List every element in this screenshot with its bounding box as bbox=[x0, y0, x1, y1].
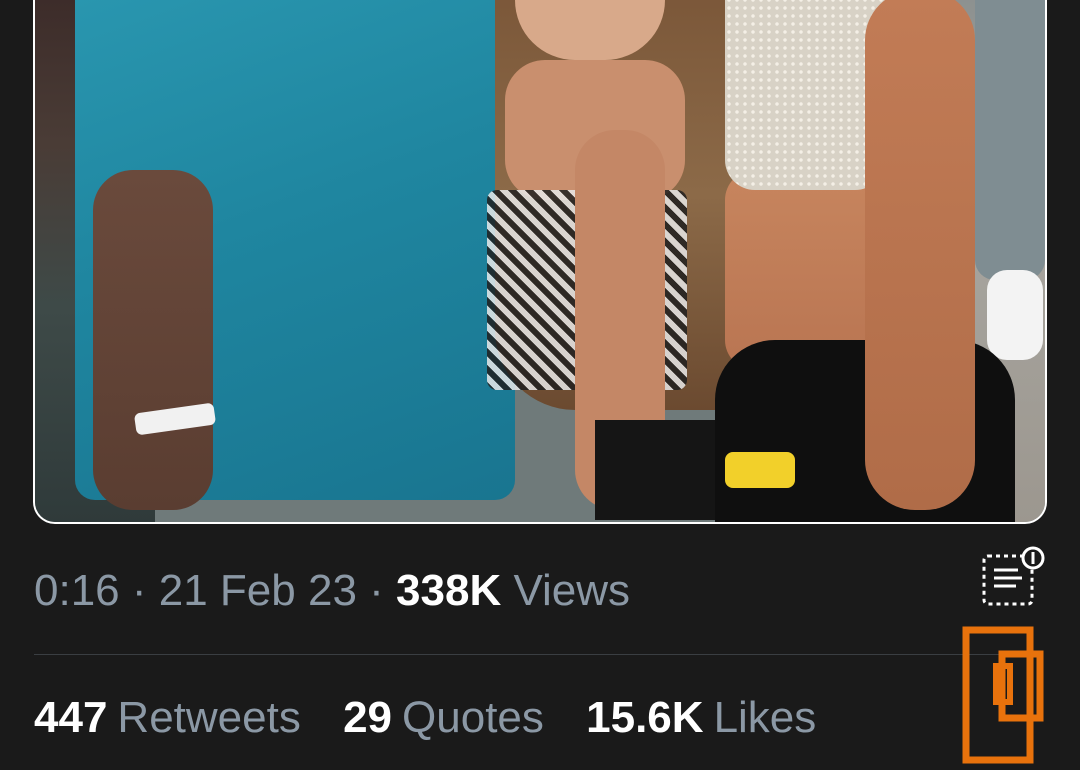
engagement-stats: 447 Retweets 29 Quotes 15.6K Likes bbox=[34, 693, 846, 743]
photo-yellow-bag bbox=[725, 452, 795, 488]
divider bbox=[34, 654, 1034, 655]
photo-bystander-leg bbox=[975, 0, 1045, 280]
photo-white-crochet-top bbox=[725, 0, 885, 190]
tweet-media-photo[interactable] bbox=[33, 0, 1047, 524]
meta-separator: · bbox=[131, 566, 147, 615]
photo-arm-right bbox=[865, 0, 975, 510]
retweets-label: Retweets bbox=[117, 693, 301, 742]
stat-likes[interactable]: 15.6K Likes bbox=[586, 693, 816, 742]
quotes-count: 29 bbox=[343, 693, 393, 742]
quotes-label: Quotes bbox=[402, 693, 544, 742]
meta-separator: · bbox=[369, 566, 384, 615]
photo-sneaker bbox=[987, 270, 1043, 360]
photo-pants-middle bbox=[595, 420, 715, 520]
retweets-count: 447 bbox=[34, 693, 108, 742]
tweet-time: 0:16 bbox=[34, 566, 120, 615]
views-count: 338K bbox=[396, 566, 502, 615]
tweet-date[interactable]: 21 Feb 23 bbox=[159, 566, 357, 615]
notes-list-icon[interactable] bbox=[980, 546, 1046, 608]
tweet-meta-line: 0:16 · 21 Feb 23 · 338K Views bbox=[34, 566, 630, 616]
photo-tattooed-arm bbox=[93, 170, 213, 510]
stat-quotes[interactable]: 29 Quotes bbox=[343, 693, 556, 742]
orange-bookmark-icon[interactable] bbox=[962, 626, 1046, 766]
views-label: Views bbox=[513, 566, 631, 615]
likes-count: 15.6K bbox=[586, 693, 704, 742]
likes-label: Likes bbox=[713, 693, 817, 742]
stat-retweets[interactable]: 447 Retweets bbox=[34, 693, 313, 742]
